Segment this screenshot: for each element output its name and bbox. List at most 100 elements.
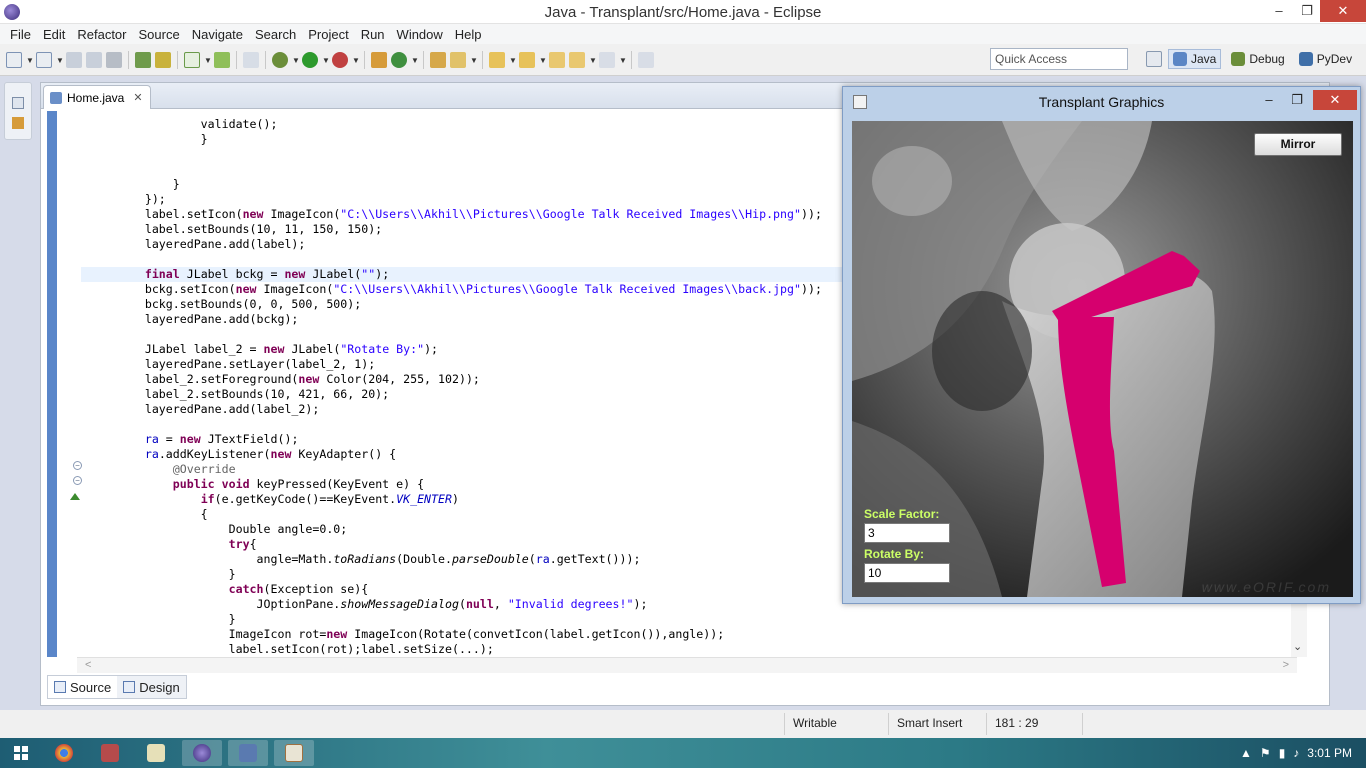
chevron-down-icon[interactable]: ▼ bbox=[352, 56, 360, 65]
perspective-java[interactable]: Java bbox=[1168, 49, 1222, 69]
editor-tab-label: Home.java bbox=[67, 90, 125, 105]
chevron-down-icon[interactable]: ▼ bbox=[292, 56, 300, 65]
database-icon[interactable] bbox=[155, 52, 171, 68]
new-type-icon[interactable] bbox=[36, 52, 52, 68]
show-hidden-icons-icon[interactable]: ▲ bbox=[1240, 746, 1252, 760]
jframe-minimize-button[interactable]: – bbox=[1255, 90, 1283, 110]
menu-window[interactable]: Window bbox=[391, 27, 449, 42]
external-tools-icon[interactable] bbox=[332, 52, 348, 68]
close-button[interactable]: ✕ bbox=[1320, 0, 1366, 22]
flag-icon[interactable]: ⚑ bbox=[1260, 746, 1271, 760]
code-token: "C:\\Users\\Akhil\\Pictures\\Google Talk… bbox=[340, 207, 801, 221]
new-icon[interactable] bbox=[6, 52, 22, 68]
maximize-button[interactable]: ❐ bbox=[1292, 0, 1322, 22]
chevron-down-icon[interactable]: ▼ bbox=[509, 56, 517, 65]
jframe-maximize-button[interactable]: ❐ bbox=[1283, 90, 1311, 110]
new-package-icon[interactable] bbox=[371, 52, 387, 68]
code-line[interactable]: label.setIcon(rot);label.setSize(...); bbox=[81, 642, 1295, 657]
override-marker-icon[interactable] bbox=[70, 493, 80, 500]
start-button[interactable] bbox=[14, 746, 28, 760]
chevron-down-icon[interactable]: ▼ bbox=[470, 56, 478, 65]
windows-taskbar: ▲ ⚑ ▮ ♪ 3:01 PM bbox=[0, 738, 1366, 768]
menu-refactor[interactable]: Refactor bbox=[71, 27, 132, 42]
code-token: }); bbox=[89, 192, 166, 206]
perspective-debug[interactable]: Debug bbox=[1227, 50, 1288, 68]
code-token: ra bbox=[535, 552, 550, 566]
chevron-down-icon[interactable]: ▼ bbox=[322, 56, 330, 65]
mirror-button[interactable]: Mirror bbox=[1254, 133, 1342, 156]
status-bar: Writable Smart Insert 181 : 29 bbox=[0, 710, 1366, 738]
tab-design[interactable]: Design bbox=[117, 676, 185, 698]
close-tab-icon[interactable]: ✕ bbox=[133, 91, 142, 104]
scale-factor-input[interactable]: 3 bbox=[864, 523, 950, 543]
menu-help[interactable]: Help bbox=[449, 27, 488, 42]
scroll-down-icon[interactable]: ⌄ bbox=[1293, 640, 1302, 653]
android-icon[interactable] bbox=[214, 52, 230, 68]
server-icon[interactable] bbox=[135, 52, 151, 68]
perspective-label: PyDev bbox=[1316, 52, 1353, 66]
scroll-right-icon[interactable]: > bbox=[1283, 659, 1289, 671]
debug-icon[interactable] bbox=[272, 52, 288, 68]
jframe-close-button[interactable]: ✕ bbox=[1313, 90, 1357, 110]
forward-icon[interactable] bbox=[599, 52, 615, 68]
pin-editor-icon[interactable] bbox=[638, 52, 654, 68]
chevron-down-icon[interactable]: ▼ bbox=[589, 56, 597, 65]
menu-source[interactable]: Source bbox=[133, 27, 186, 42]
code-token: ImageIcon( bbox=[256, 282, 334, 296]
tab-label: Design bbox=[139, 679, 180, 695]
package-explorer-icon[interactable] bbox=[12, 117, 24, 129]
code-line[interactable]: ImageIcon rot=new ImageIcon(Rotate(conve… bbox=[81, 627, 1295, 642]
menu-project[interactable]: Project bbox=[302, 27, 354, 42]
last-edit-icon[interactable] bbox=[549, 52, 565, 68]
next-annotation-icon[interactable] bbox=[489, 52, 505, 68]
scroll-left-icon[interactable]: < bbox=[85, 659, 91, 671]
menu-navigate[interactable]: Navigate bbox=[186, 27, 249, 42]
tab-source[interactable]: Source bbox=[48, 676, 118, 698]
run-icon[interactable] bbox=[302, 52, 318, 68]
taskbar-eclipse[interactable] bbox=[182, 740, 222, 766]
chevron-down-icon[interactable]: ▼ bbox=[204, 56, 212, 65]
chevron-down-icon[interactable]: ▼ bbox=[619, 56, 627, 65]
code-token: new bbox=[235, 282, 257, 296]
print-icon[interactable] bbox=[106, 52, 122, 68]
perspective-pydev[interactable]: PyDev bbox=[1295, 50, 1356, 68]
prev-annotation-icon[interactable] bbox=[519, 52, 535, 68]
quick-access-input[interactable]: Quick Access bbox=[990, 48, 1128, 70]
editor-tab-home-java[interactable]: Home.java ✕ bbox=[43, 85, 151, 109]
network-icon[interactable]: ▮ bbox=[1279, 746, 1286, 760]
status-insert-mode[interactable]: Smart Insert bbox=[897, 716, 962, 730]
code-line[interactable]: } bbox=[81, 612, 1295, 627]
new-class-icon[interactable] bbox=[391, 52, 407, 68]
minimize-button[interactable]: – bbox=[1264, 0, 1294, 22]
taskbar-notepad[interactable] bbox=[136, 740, 176, 766]
skip-breakpoints-icon[interactable] bbox=[243, 52, 259, 68]
jframe-titlebar[interactable]: Transplant Graphics – ❐ ✕ bbox=[843, 87, 1360, 117]
code-token: .getText())); bbox=[549, 552, 641, 566]
chevron-down-icon[interactable]: ▼ bbox=[539, 56, 547, 65]
restore-icon[interactable] bbox=[12, 97, 24, 109]
chevron-down-icon[interactable]: ▼ bbox=[26, 56, 34, 65]
volume-icon[interactable]: ♪ bbox=[1293, 746, 1299, 760]
code-token: } bbox=[89, 177, 180, 191]
code-token: ); bbox=[424, 342, 439, 356]
taskbar-app-red[interactable] bbox=[90, 740, 130, 766]
save-all-icon[interactable] bbox=[86, 52, 102, 68]
save-icon[interactable] bbox=[66, 52, 82, 68]
menu-search[interactable]: Search bbox=[249, 27, 302, 42]
menu-run[interactable]: Run bbox=[355, 27, 391, 42]
back-icon[interactable] bbox=[569, 52, 585, 68]
open-type-icon[interactable] bbox=[430, 52, 446, 68]
menu-file[interactable]: File bbox=[4, 27, 37, 42]
search-icon[interactable] bbox=[450, 52, 466, 68]
chevron-down-icon[interactable]: ▼ bbox=[56, 56, 64, 65]
chevron-down-icon[interactable]: ▼ bbox=[411, 56, 419, 65]
rotate-by-input[interactable]: 10 bbox=[864, 563, 950, 583]
open-perspective-icon[interactable] bbox=[1146, 51, 1162, 67]
task-check-icon[interactable] bbox=[184, 52, 200, 68]
menu-edit[interactable]: Edit bbox=[37, 27, 71, 42]
horizontal-scrollbar[interactable]: < > bbox=[77, 657, 1297, 673]
taskbar-editor[interactable] bbox=[228, 740, 268, 766]
taskbar-java-app[interactable] bbox=[274, 740, 314, 766]
clock[interactable]: 3:01 PM bbox=[1307, 746, 1352, 760]
taskbar-chrome[interactable] bbox=[44, 740, 84, 766]
